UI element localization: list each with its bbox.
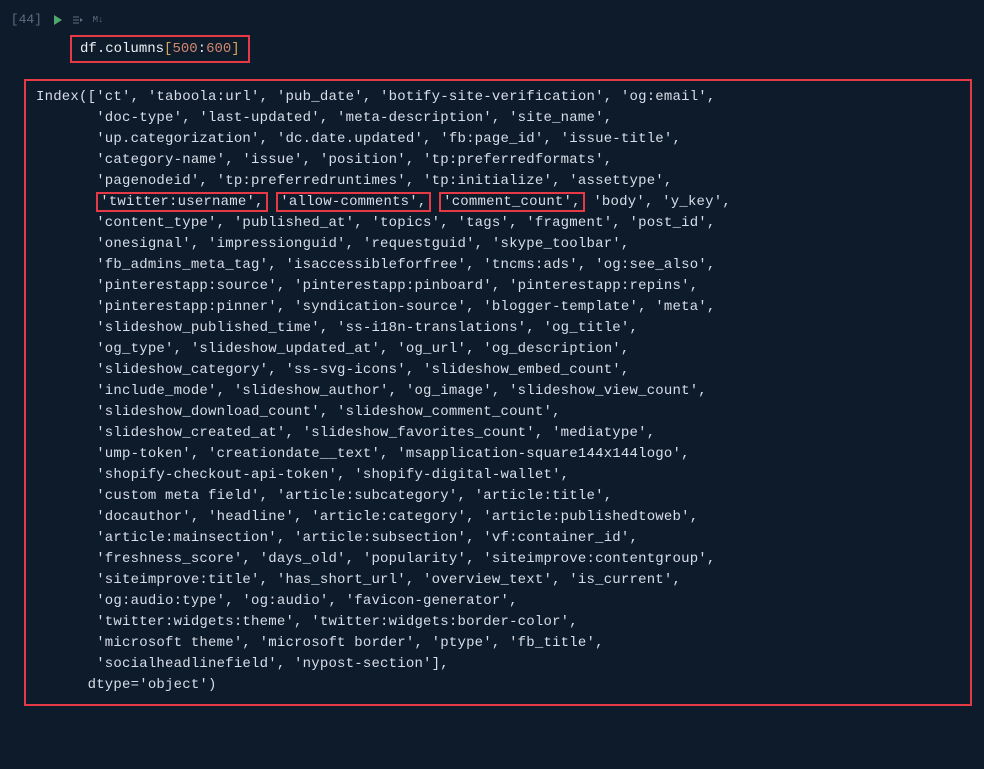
slice-colon: : [198, 41, 206, 57]
highlight-twitter-username: 'twitter:username', [96, 192, 267, 212]
code-object: df [80, 41, 97, 57]
bracket-close: ] [231, 41, 239, 57]
slice-end: 600 [206, 41, 231, 57]
cell-input-row: [44] M↓ [0, 8, 984, 27]
notebook-cell: [44] M↓ df.columns[500:600] Index(['ct',… [0, 0, 984, 714]
code-property: .columns [97, 41, 164, 57]
output-text-block: Index(['ct', 'taboola:url', 'pub_date', … [36, 87, 960, 696]
code-highlight-box: df.columns[500:600] [70, 35, 250, 63]
highlight-allow-comments: 'allow-comments', [276, 192, 430, 212]
code-input-line[interactable]: df.columns[500:600] [54, 29, 984, 69]
slice-start: 500 [172, 41, 197, 57]
cell-toolbar: M↓ [48, 8, 108, 26]
cell-execution-label: [44] [0, 8, 48, 27]
markdown-icon[interactable]: M↓ [92, 14, 104, 26]
highlight-comment-count: 'comment_count', [439, 192, 585, 212]
run-cell-icon[interactable] [52, 14, 64, 26]
cell-output: Index(['ct', 'taboola:url', 'pub_date', … [24, 79, 972, 706]
run-below-icon[interactable] [72, 14, 84, 26]
